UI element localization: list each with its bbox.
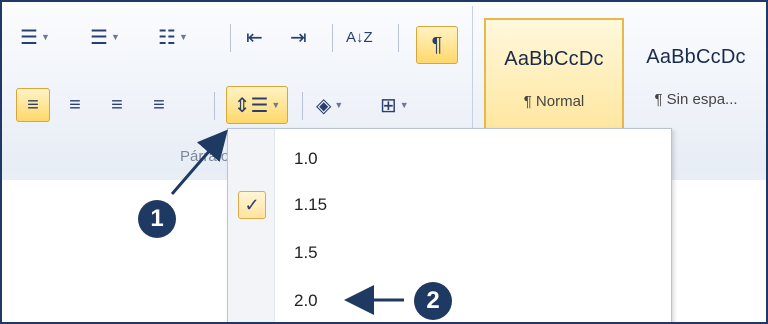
- callout-badge-2: 2: [414, 282, 452, 320]
- arrow-to-line-spacing: [170, 129, 228, 195]
- callout-badge-1: 1: [138, 200, 176, 238]
- callout-arrows: [170, 129, 404, 315]
- screenshot-frame: ☰ ▼ ☰ ▼ ☷ ▼ ⇤ ⇥ A↓Z ¶ ≡ ≡ ≡ ≡ ⇕☰ ▼ ◈ ▼ ⊞…: [0, 0, 768, 324]
